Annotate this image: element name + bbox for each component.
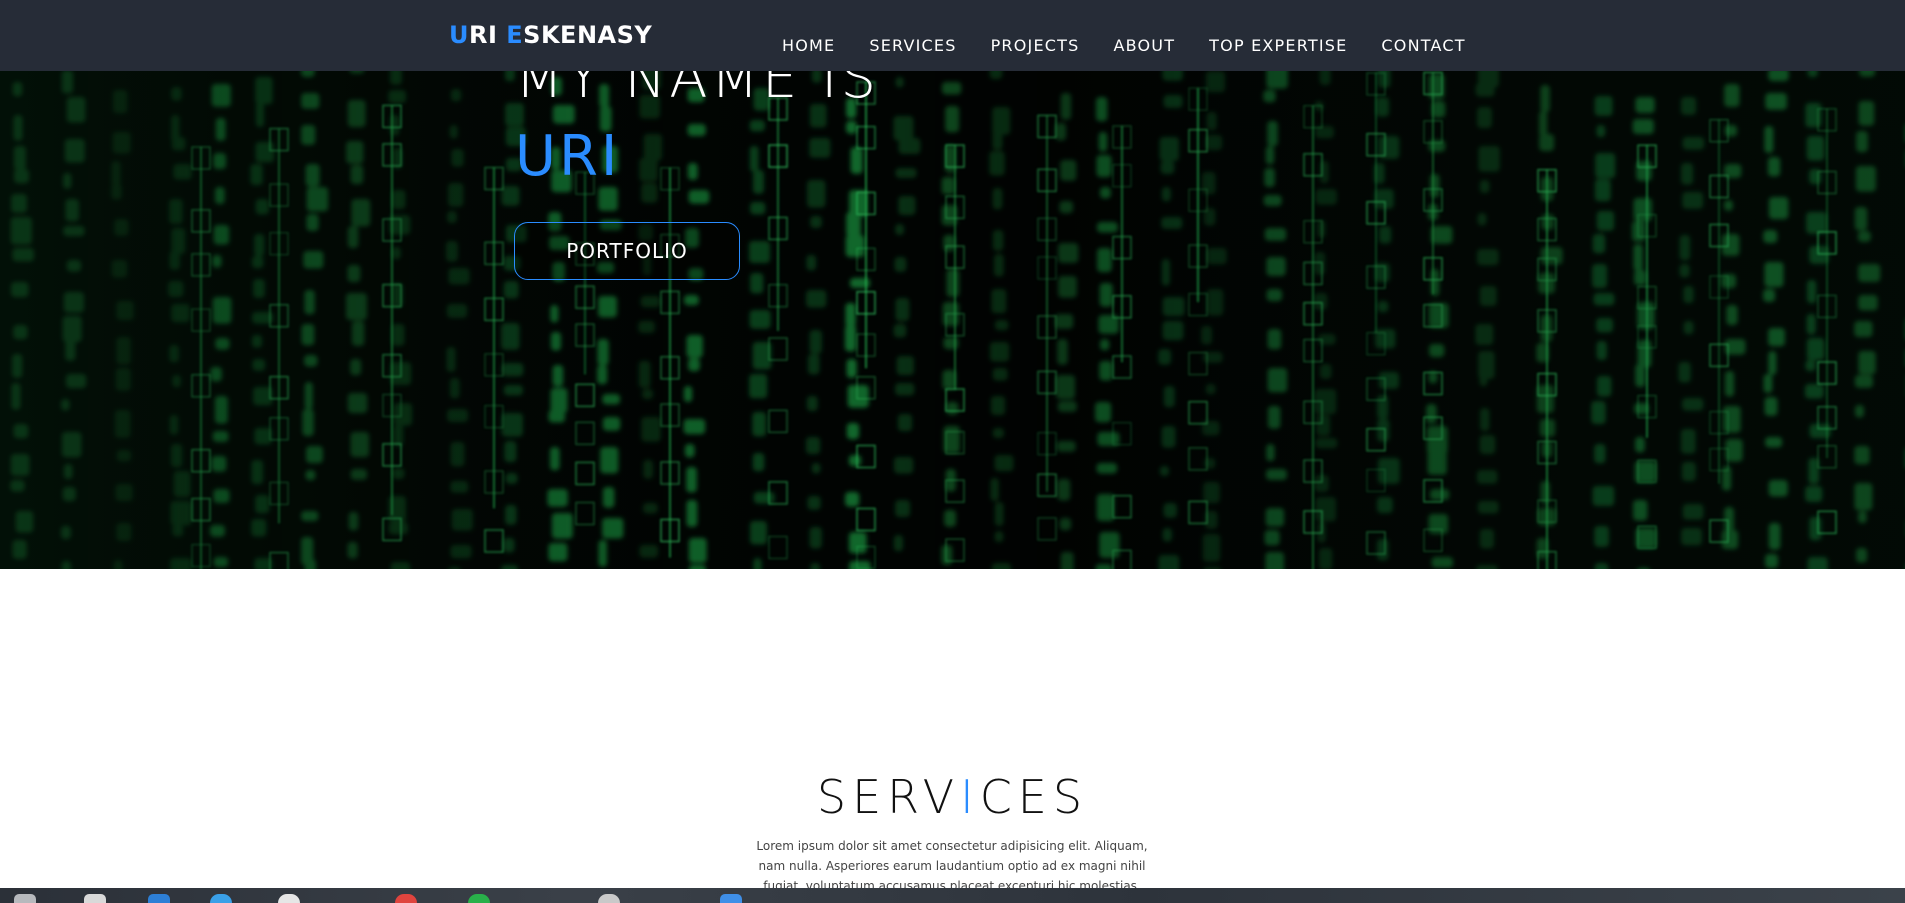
navbar: URI ESKENASY HOME SERVICES PROJECTS ABOU… <box>0 0 1905 71</box>
app-icon[interactable] <box>278 894 300 903</box>
brand-logo[interactable]: URI ESKENASY <box>449 21 652 49</box>
services-title: SERVICES <box>0 770 1905 824</box>
nav-link-contact[interactable]: CONTACT <box>1381 36 1465 55</box>
nav-link-projects[interactable]: PROJECTS <box>991 36 1080 55</box>
nav-link-home[interactable]: HOME <box>782 36 835 55</box>
nav-link-services[interactable]: SERVICES <box>869 36 956 55</box>
notes-icon[interactable] <box>84 894 106 903</box>
chat-icon[interactable] <box>468 894 490 903</box>
services-description: Lorem ipsum dolor sit amet consectetur a… <box>756 839 1148 893</box>
browser-icon[interactable] <box>210 894 232 903</box>
brand-first-rest: RI <box>469 21 507 49</box>
folder-icon[interactable] <box>720 894 742 903</box>
music-icon[interactable] <box>395 894 417 903</box>
matrix-background-image <box>0 0 1905 569</box>
code-editor-icon[interactable] <box>148 894 170 903</box>
hero-section: MY NAME IS URI PORTFOLIO <box>0 0 1905 569</box>
main-nav: HOME SERVICES PROJECTS ABOUT TOP EXPERTI… <box>782 36 1500 55</box>
brand-last-initial: E <box>506 21 524 49</box>
brand-last-rest: SKENASY <box>523 21 653 49</box>
file-manager-icon[interactable] <box>14 894 36 903</box>
settings-icon[interactable] <box>598 894 620 903</box>
hero-name: URI <box>515 124 621 189</box>
nav-link-about[interactable]: ABOUT <box>1113 36 1175 55</box>
services-title-part2: CES <box>979 770 1089 824</box>
services-title-accent: I <box>960 770 980 824</box>
services-title-part1: SERV <box>816 770 961 824</box>
nav-link-top-expertise[interactable]: TOP EXPERTISE <box>1209 36 1347 55</box>
brand-first-initial: U <box>449 21 469 49</box>
taskbar <box>0 888 1905 903</box>
portfolio-button[interactable]: PORTFOLIO <box>514 222 740 280</box>
